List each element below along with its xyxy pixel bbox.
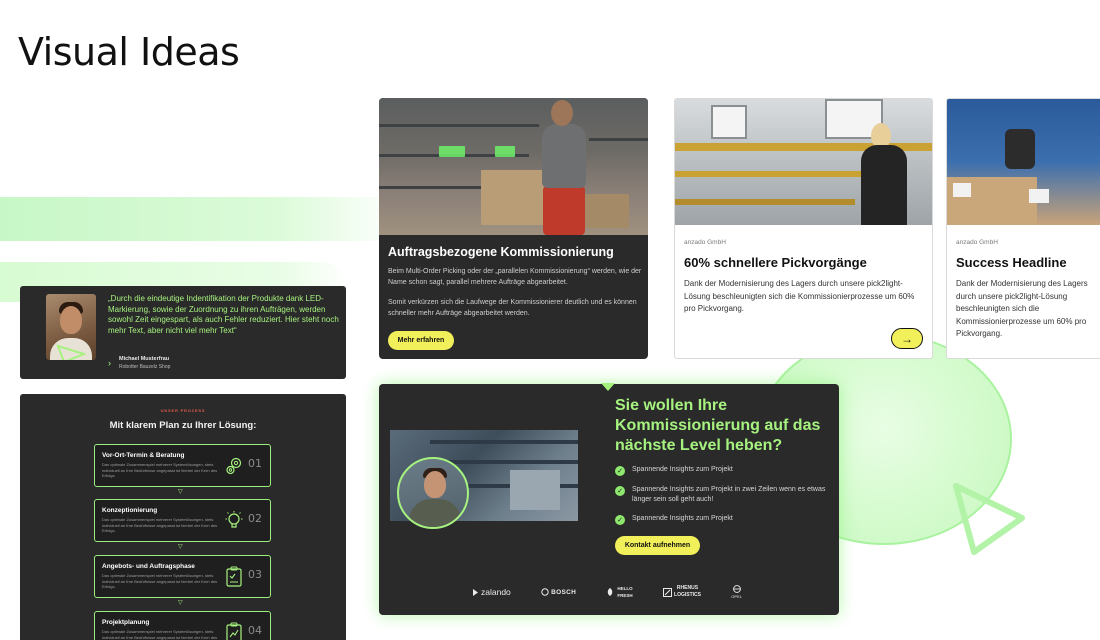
process-step: Angebots- und Auftragsphase Das optimale… [94, 555, 271, 598]
testimonial-card: „Durch die eindeutige Indentifikation de… [20, 286, 346, 379]
check-item: ✓ Spannende Insights zum Projekt in zwei… [615, 485, 832, 505]
arrow-right-button[interactable]: → [891, 328, 923, 349]
hellofresh-icon [608, 588, 613, 596]
step-title: Konzeptionierung [102, 507, 158, 514]
bosch-icon [541, 588, 549, 596]
triangle-notch-icon [601, 383, 615, 391]
card-title: Success Headline [956, 255, 1067, 270]
zalando-icon [473, 588, 478, 596]
step-desc: Das optimale Zusammenspiel mehrerer Syst… [102, 629, 218, 640]
rhenus-icon [663, 587, 673, 597]
page-title: Visual Ideas [18, 30, 240, 74]
step-arrow-icon: ▽ [178, 600, 183, 606]
avatar [46, 294, 96, 360]
card-paragraph: Dank der Modernisierung des Lagers durch… [956, 279, 1088, 338]
cta-headline: Sie wollen Ihre Kommissionierung auf das… [615, 397, 821, 454]
lightbulb-icon [225, 511, 243, 528]
contact-button[interactable]: Kontakt aufnehmen [615, 536, 700, 555]
step-arrow-icon: ▽ [178, 544, 183, 550]
warehouse-photo [675, 99, 932, 225]
check-text: Spannende Insights zum Projekt in zwei Z… [632, 486, 826, 503]
check-icon: ✓ [615, 466, 625, 476]
case-card-dark: Auftragsbezogene Kommissionierung Beim M… [379, 98, 648, 359]
process-panel: UNSER PROZESS Mit klarem Plan zu Ihrer L… [20, 394, 346, 640]
process-step: Vor-Ort-Termin & Beratung Das optimale Z… [94, 444, 271, 487]
opel-icon [732, 585, 741, 593]
step-number: 01 [248, 457, 262, 470]
more-info-button[interactable]: Mehr erfahren [388, 331, 454, 350]
arrow-right-icon: → [901, 331, 913, 346]
warehouse-photo [379, 98, 648, 235]
cta-panel: Sie wollen Ihre Kommissionierung auf das… [379, 383, 839, 615]
card-paragraph: Dank der Modernisierung des Lagers durch… [684, 279, 915, 313]
step-desc: Das optimale Zusammenspiel mehrerer Syst… [102, 517, 218, 533]
process-step: Projektplanung Das optimale Zusammenspie… [94, 611, 271, 640]
gears-icon [226, 457, 242, 475]
step-number: 04 [248, 624, 262, 637]
logo-zalando: zalando [472, 587, 511, 597]
check-text: Spannende Insights zum Projekt [632, 515, 733, 522]
logo-opel: OPEL [731, 585, 742, 599]
card-title: Auftragsbezogene Kommissionierung [388, 245, 614, 259]
step-desc: Das optimale Zusammenspiel mehrerer Syst… [102, 462, 218, 478]
step-title: Projektplanung [102, 619, 150, 626]
step-title: Vor-Ort-Termin & Beratung [102, 452, 185, 459]
avatar [397, 457, 469, 529]
triangle-outline-icon [953, 483, 1025, 555]
check-item: ✓ Spannende Insights zum Projekt [615, 465, 832, 476]
step-number: 02 [248, 512, 262, 525]
logo-hellofresh: HELLO FRESH [606, 586, 633, 598]
step-title: Angebots- und Auftragsphase [102, 563, 195, 570]
process-step: Konzeptionierung Das optimale Zusammensp… [94, 499, 271, 542]
warehouse-photo [947, 99, 1100, 225]
decor-band-top [0, 197, 400, 241]
logo-rhenus: RHENUS LOGISTICS [663, 586, 701, 598]
check-icon: ✓ [615, 486, 625, 496]
check-icon: ✓ [615, 515, 625, 525]
logo-bosch: BOSCH [541, 588, 576, 596]
chevron-right-icon: › [108, 358, 111, 368]
process-title: Mit klarem Plan zu Ihrer Lösung: [109, 420, 257, 431]
case-card: anzado GmbH Success Headline Dank der Mo… [946, 98, 1100, 359]
step-number: 03 [248, 568, 262, 581]
testimonial-author: Michael Musterfrau [119, 356, 170, 362]
process-eyebrow: UNSER PROZESS [160, 408, 206, 413]
testimonial-role: Robotter Bauzelz Shop [119, 364, 171, 370]
check-text: Spannende Insights zum Projekt [632, 466, 733, 473]
card-paragraph: Somit verkürzen sich die Laufwege der Ko… [388, 299, 637, 317]
card-title: 60% schnellere Pickvorgänge [684, 255, 867, 270]
testimonial-quote: „Durch die eindeutige Indentifikation de… [108, 294, 339, 335]
clipboard-chart-icon [226, 622, 242, 640]
step-arrow-icon: ▽ [178, 489, 183, 495]
check-item: ✓ Spannende Insights zum Projekt [615, 514, 832, 525]
card-paragraph: Beim Multi-Order Picking oder der „paral… [388, 268, 642, 286]
card-brand: anzado GmbH [956, 239, 998, 246]
client-logos: zalando BOSCH HELLO FRESH RHENUS LOGISTICS… [472, 585, 742, 599]
step-desc: Das optimale Zusammenspiel mehrerer Syst… [102, 573, 218, 589]
case-card: anzado GmbH 60% schnellere Pickvorgänge … [674, 98, 933, 359]
card-brand: anzado GmbH [684, 239, 726, 246]
clipboard-check-icon [226, 566, 242, 587]
